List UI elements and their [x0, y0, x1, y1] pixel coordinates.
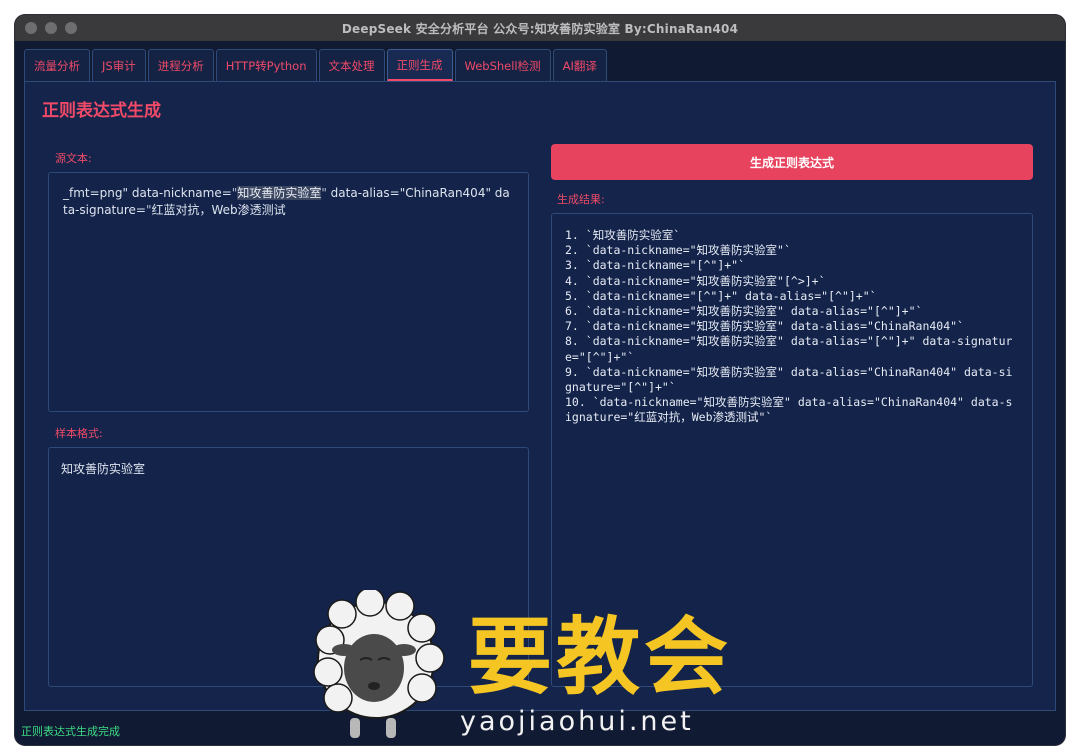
result-item: 6. `data-nickname="知攻善防实验室" data-alias="… [565, 304, 923, 319]
tab-http-to-python[interactable]: HTTP转Python [215, 49, 317, 81]
result-item: 1. `知攻善防实验室` [565, 228, 681, 242]
sample-format-content: 知攻善防实验室 [61, 462, 146, 476]
generate-regex-button[interactable]: 生成正则表达式 [551, 144, 1033, 180]
result-item: 10. `data-nickname="知攻善防实验室" data-alias=… [565, 395, 1013, 425]
sample-format-area[interactable]: 知攻善防实验室 [48, 447, 529, 687]
tab-regex-generation[interactable]: 正则生成 [386, 49, 453, 81]
status-bar-message: 正则表达式生成完成 [21, 725, 120, 738]
tab-traffic-analysis[interactable]: 流量分析 [24, 49, 90, 81]
title-bar: DeepSeek 安全分析平台 公众号:知攻善防实验室 By:ChinaRan4… [15, 15, 1065, 41]
tab-process-analysis[interactable]: 进程分析 [147, 49, 214, 81]
result-item: 9. `data-nickname="知攻善防实验室" data-alias="… [565, 364, 1013, 395]
sample-format-label: 样本格式: [55, 427, 103, 440]
tab-js-audit[interactable]: JS审计 [92, 49, 146, 81]
window-title: DeepSeek 安全分析平台 公众号:知攻善防实验室 By:ChinaRan4… [341, 21, 739, 36]
close-window-button[interactable] [25, 22, 37, 34]
result-item: 4. `data-nickname="知攻善防实验室"[^>]+` [565, 273, 826, 288]
result-item: 5. `data-nickname="[^"]+" data-alias="[^… [565, 288, 877, 303]
zoom-window-button[interactable] [65, 22, 77, 34]
result-item: 7. `data-nickname="知攻善防实验室" data-alias="… [565, 319, 964, 334]
app-window: DeepSeek 安全分析平台 公众号:知攻善防实验室 By:ChinaRan4… [15, 15, 1065, 745]
result-area[interactable]: 1. `知攻善防实验室` 2. `data-nickname="知攻善防实验室"`… [551, 213, 1033, 687]
result-label: 生成结果: [557, 193, 605, 206]
tab-webshell-detection[interactable]: WebShell检测 [454, 49, 551, 81]
result-item: 2. `data-nickname="知攻善防实验室"` [565, 243, 791, 258]
source-text-label: 源文本: [55, 152, 92, 165]
page-title: 正则表达式生成 [42, 101, 161, 121]
regex-panel: 正则表达式生成 源文本: _fmt=png" data-nickname="知攻… [24, 81, 1056, 711]
source-text-area[interactable]: _fmt=png" data-nickname="知攻善防实验室" data-a… [48, 172, 529, 412]
result-item: 8. `data-nickname="知攻善防实验室" data-alias="… [565, 334, 1013, 364]
result-item: 3. `data-nickname="[^"]+"` [565, 258, 746, 273]
tab-bar: 流量分析 JS审计 进程分析 HTTP转Python 文本处理 正则生成 Web… [24, 49, 607, 81]
tab-text-processing[interactable]: 文本处理 [318, 49, 385, 81]
minimize-window-button[interactable] [45, 22, 57, 34]
text-selection-highlight: 知攻善防实验室 [237, 186, 322, 200]
tab-ai-translate[interactable]: AI翻译 [552, 49, 607, 81]
window-controls [25, 22, 77, 34]
result-list: 1. `知攻善防实验室` 2. `data-nickname="知攻善防实验室"`… [552, 214, 1032, 440]
source-text-content: _fmt=png" data-nickname="知攻善防实验室" data-a… [63, 186, 510, 217]
